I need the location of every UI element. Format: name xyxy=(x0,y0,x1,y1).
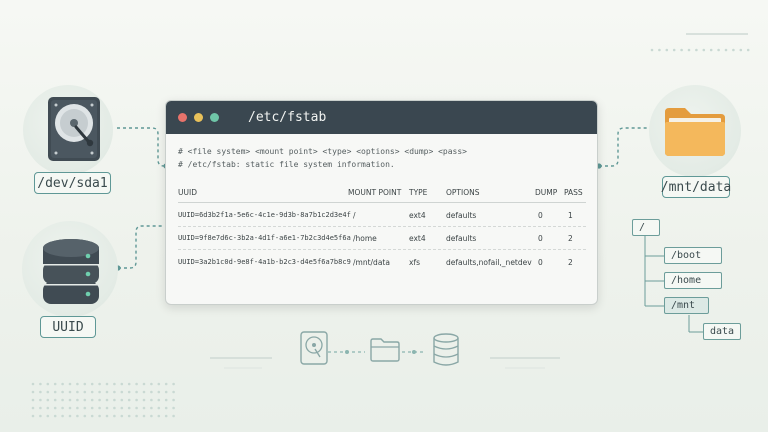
row-3-uuid: UUID=3a2b1c0d-9e8f-4a1b-b2c3-d4e5f6a7b8c… xyxy=(178,258,351,266)
close-dot-icon[interactable] xyxy=(178,113,187,122)
disk-label: /dev/sda1 xyxy=(34,172,111,194)
row-3-pass: 2 xyxy=(568,258,573,267)
fstab-terminal: /etc/fstab # <file system> <mount point>… xyxy=(165,100,598,305)
row-2-uuid: UUID=9f8e7d6c-3b2a-4d1f-a6e1-7b2c3d4e5f6… xyxy=(178,234,351,242)
row-1-pass: 1 xyxy=(568,211,573,220)
row-1-mount: / xyxy=(353,211,356,220)
row-2-pass: 2 xyxy=(568,234,573,243)
uuid-label: UUID xyxy=(40,316,96,338)
header-pass: PASS xyxy=(564,188,583,197)
tree-boot: /boot xyxy=(664,247,722,264)
tree-home: /home xyxy=(664,272,722,289)
row-1-type: ext4 xyxy=(409,211,426,220)
row-divider xyxy=(178,226,586,227)
fstab-comment-info: # /etc/fstab: static file system informa… xyxy=(178,160,395,169)
terminal-title: /etc/fstab xyxy=(248,110,327,125)
row-3-options: defaults,nofail,_netdev xyxy=(446,258,532,267)
row-2-mount: /home xyxy=(353,234,377,243)
terminal-titlebar: /etc/fstab xyxy=(166,101,597,134)
row-3-dump: 0 xyxy=(538,258,543,267)
row-3-mount: /mnt/data xyxy=(353,258,390,267)
header-options: OPTIONS xyxy=(446,188,480,197)
tree-data: data xyxy=(703,323,741,340)
row-1-options: defaults xyxy=(446,211,477,220)
database-icon xyxy=(43,239,99,304)
flow-hard-drive-icon xyxy=(300,331,328,365)
header-dump: DUMP xyxy=(535,188,558,197)
row-3-type: xfs xyxy=(409,258,420,267)
row-2-dump: 0 xyxy=(538,234,543,243)
minimize-dot-icon[interactable] xyxy=(194,113,203,122)
header-uuid: UUID xyxy=(178,188,197,197)
tree-mnt: /mnt xyxy=(664,297,709,314)
row-1-dump: 0 xyxy=(538,211,543,220)
tree-root: / xyxy=(632,219,660,236)
row-1-uuid: UUID=6d3b2f1a-5e6c-4c1e-9d3b-8a7b1c2d3e4… xyxy=(178,211,351,219)
maximize-dot-icon[interactable] xyxy=(210,113,219,122)
fstab-comment-columns: # <file system> <mount point> <type> <op… xyxy=(178,147,467,156)
flow-database-icon xyxy=(433,333,459,366)
header-type: TYPE xyxy=(409,188,428,197)
row-divider xyxy=(178,249,586,250)
hard-drive-icon xyxy=(48,97,100,161)
folder-icon xyxy=(665,108,725,156)
folder-label: /mnt/data xyxy=(661,176,731,198)
flow-folder-icon xyxy=(370,338,400,362)
row-2-type: ext4 xyxy=(409,234,426,243)
header-divider xyxy=(178,202,586,203)
header-mount-point: MOUNT POINT xyxy=(348,188,402,197)
row-2-options: defaults xyxy=(446,234,477,243)
